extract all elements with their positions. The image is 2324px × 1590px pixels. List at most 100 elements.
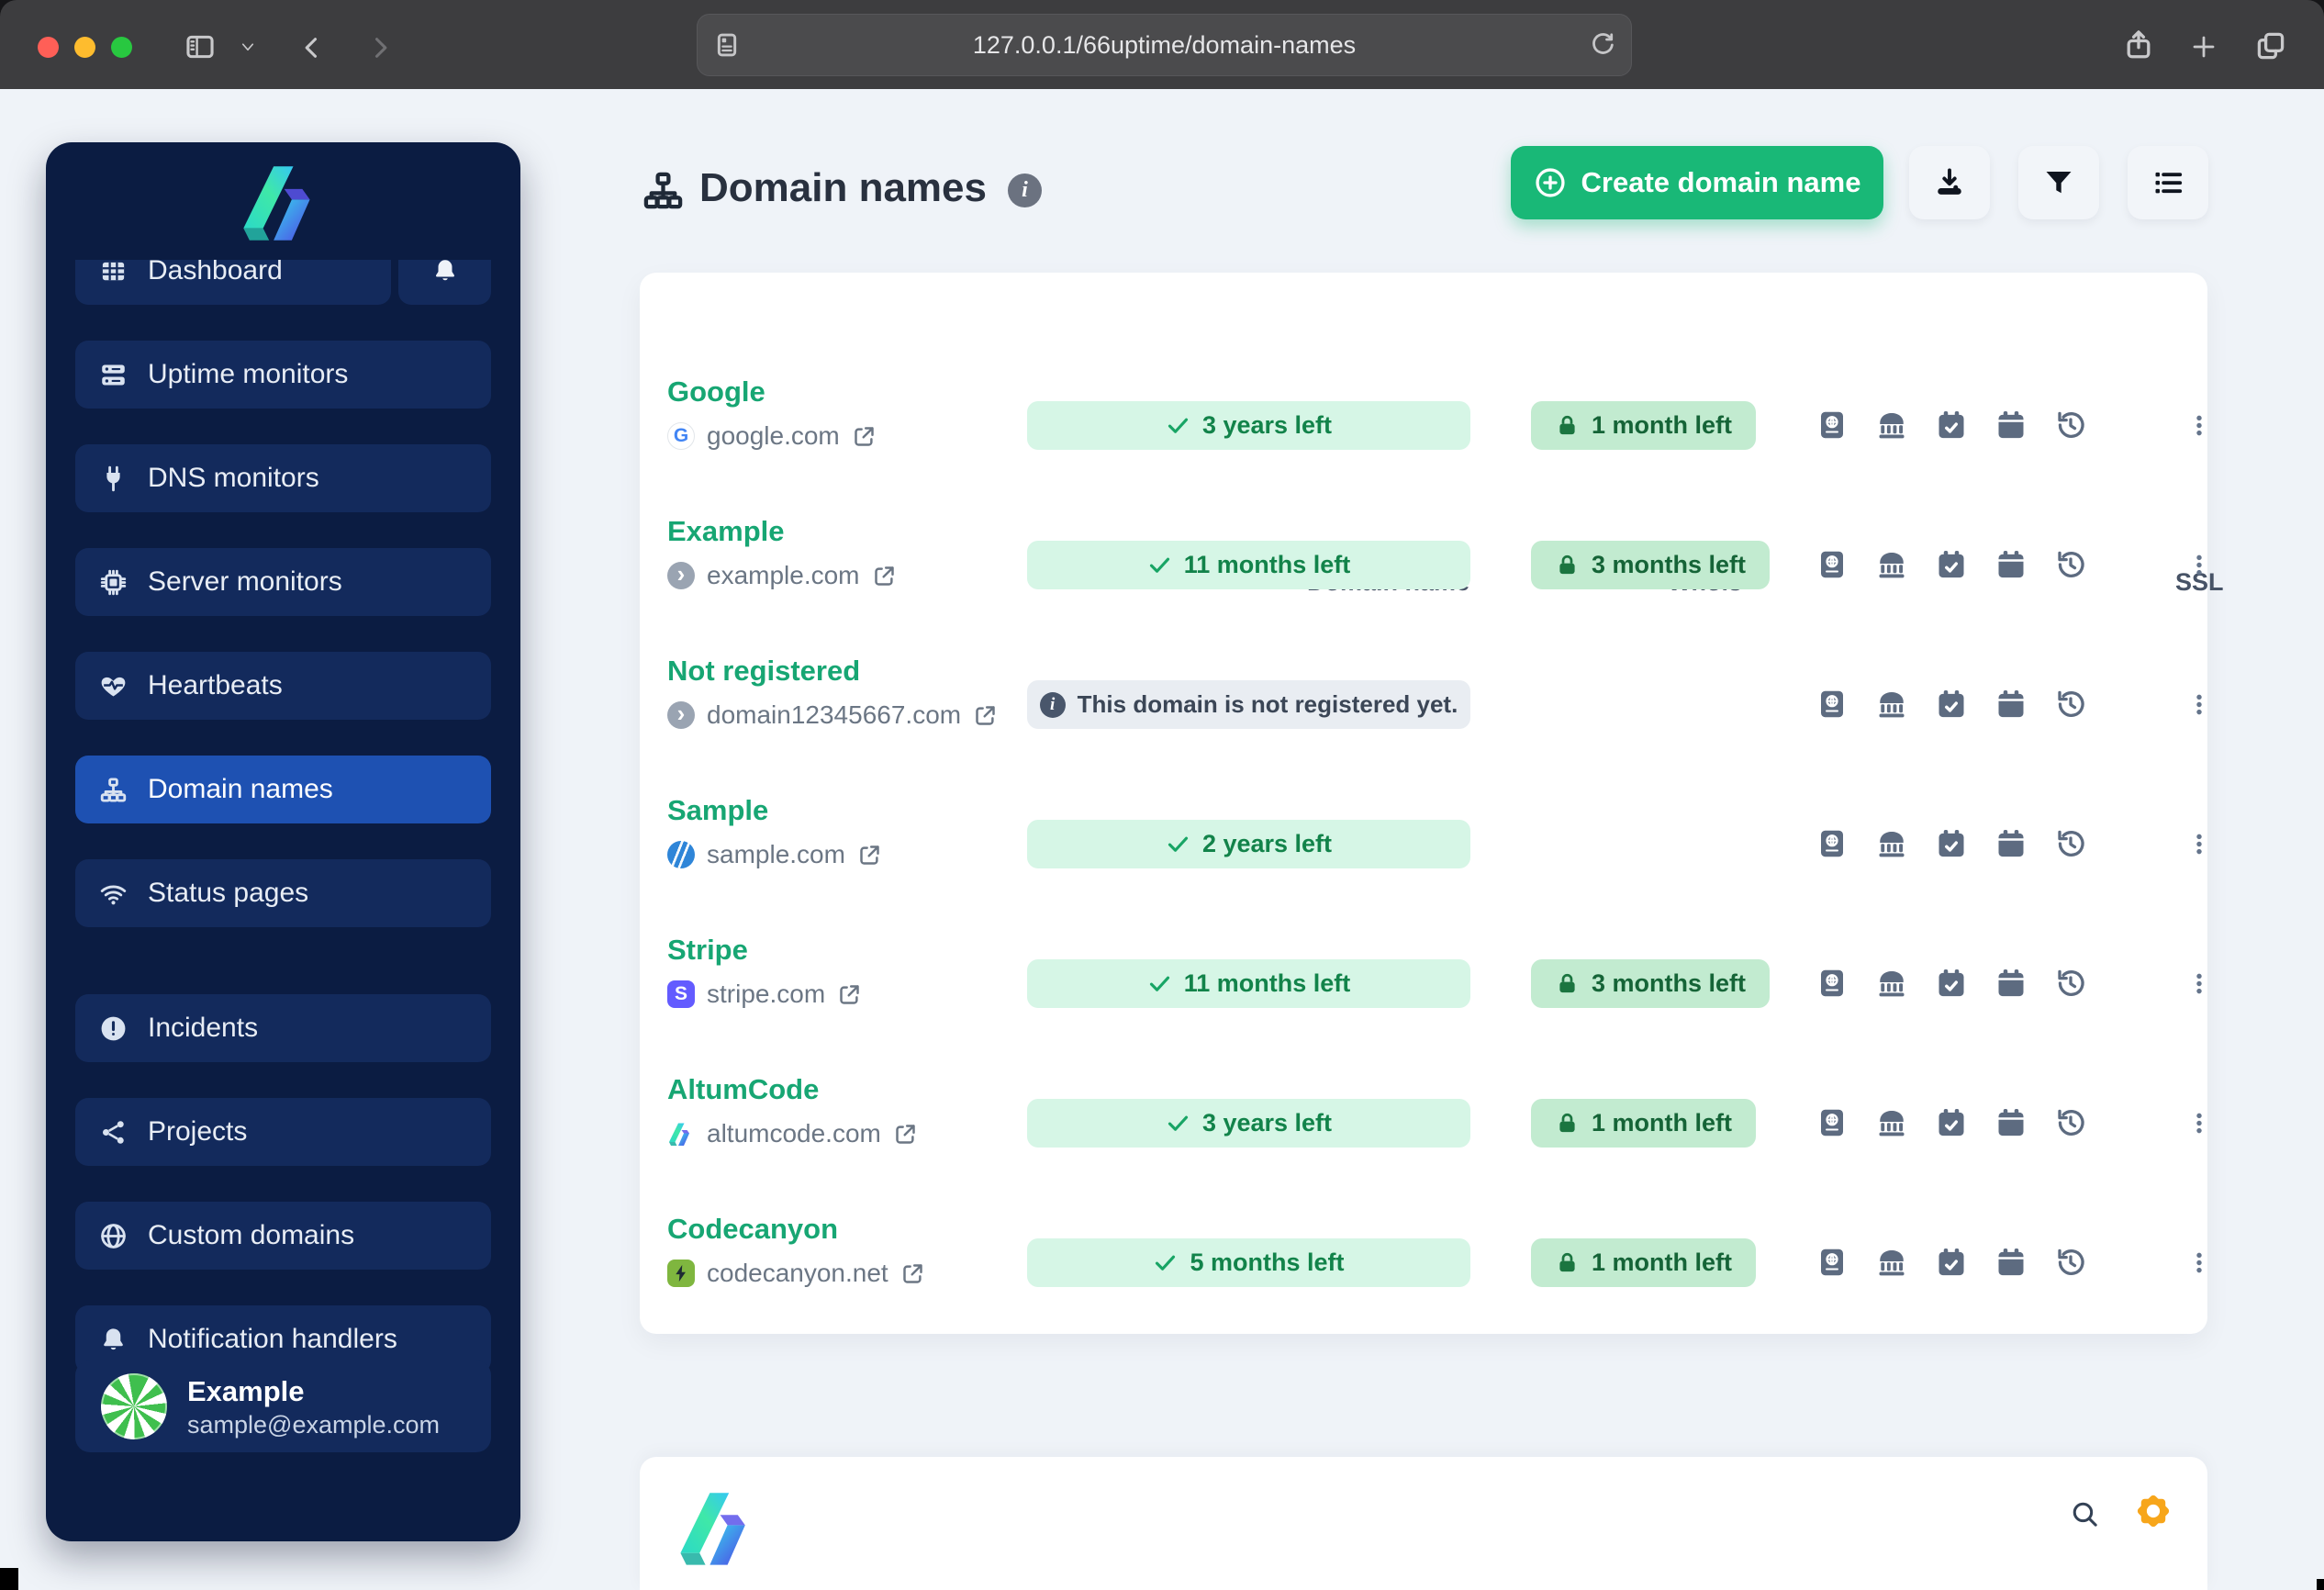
address-bar[interactable]: 127.0.0.1/66uptime/domain-names <box>697 14 1632 76</box>
whois-passport-icon[interactable] <box>1816 548 1849 581</box>
row-actions <box>1816 1106 2087 1139</box>
notifications-button[interactable] <box>398 260 491 305</box>
sidebar-item-status-pages[interactable]: Status pages <box>75 859 491 927</box>
calendar-icon[interactable] <box>1994 1246 2028 1279</box>
favicon-blue-globe <box>667 841 695 868</box>
domain-name-link[interactable]: Example <box>667 515 785 548</box>
whois-badge: 3 years left <box>1027 401 1470 450</box>
kebab-menu-icon[interactable] <box>2187 1234 2211 1292</box>
back-icon[interactable] <box>299 34 325 62</box>
registrar-icon[interactable] <box>1875 827 1908 860</box>
history-icon[interactable] <box>2054 1106 2087 1139</box>
whois-passport-icon[interactable] <box>1816 1246 1849 1279</box>
history-icon[interactable] <box>2054 827 2087 860</box>
sidebar-item-label: Projects <box>148 1116 248 1147</box>
share-nodes-icon <box>99 1118 128 1147</box>
kebab-menu-icon[interactable] <box>2187 955 2211 1013</box>
registrar-icon[interactable] <box>1875 1246 1908 1279</box>
calendar-icon[interactable] <box>1994 409 2028 442</box>
columns-button[interactable] <box>2128 146 2208 219</box>
external-link-icon[interactable] <box>857 843 882 868</box>
calendar-check-icon[interactable] <box>1935 967 1968 1000</box>
sidebar-item-domain-names[interactable]: Domain names <box>75 756 491 823</box>
external-link-icon[interactable] <box>852 424 877 449</box>
history-icon[interactable] <box>2054 409 2087 442</box>
theme-sun-icon[interactable] <box>2132 1490 2174 1532</box>
export-button[interactable] <box>1909 146 1990 219</box>
favicon-default <box>667 562 695 589</box>
sidebar-item-server-monitors[interactable]: Server monitors <box>75 548 491 616</box>
kebab-menu-icon[interactable] <box>2187 1094 2211 1152</box>
domain-name-link[interactable]: Codecanyon <box>667 1213 838 1246</box>
sidebar-item-dashboard[interactable]: Dashboard <box>75 260 391 305</box>
external-link-icon[interactable] <box>900 1261 925 1286</box>
kebab-menu-icon[interactable] <box>2187 536 2211 594</box>
calendar-icon[interactable] <box>1994 548 2028 581</box>
page-settings-icon[interactable] <box>712 30 742 60</box>
avatar <box>101 1373 167 1439</box>
sidebar-item-heartbeats[interactable]: Heartbeats <box>75 652 491 720</box>
create-domain-name-button[interactable]: Create domain name <box>1511 146 1883 219</box>
calendar-check-icon[interactable] <box>1935 688 1968 721</box>
favicon-altumcode <box>667 1120 695 1148</box>
minimize-window-button[interactable] <box>74 37 95 58</box>
calendar-icon[interactable] <box>1994 688 2028 721</box>
filter-button[interactable] <box>2018 146 2099 219</box>
history-icon[interactable] <box>2054 1246 2087 1279</box>
domain-name-link[interactable]: Sample <box>667 794 768 827</box>
calendar-check-icon[interactable] <box>1935 548 1968 581</box>
registrar-icon[interactable] <box>1875 1106 1908 1139</box>
whois-passport-icon[interactable] <box>1816 967 1849 1000</box>
domain-name-link[interactable]: Not registered <box>667 655 860 688</box>
sidebar-item-custom-domains[interactable]: Custom domains <box>75 1202 491 1270</box>
kebab-menu-icon[interactable] <box>2187 397 2211 454</box>
share-icon[interactable] <box>2122 28 2155 62</box>
whois-passport-icon[interactable] <box>1816 1106 1849 1139</box>
external-link-icon[interactable] <box>973 703 998 728</box>
reload-icon[interactable] <box>1589 31 1616 59</box>
sidebar-toggle-icon[interactable] <box>181 31 219 62</box>
domain-name-link[interactable]: Google <box>667 375 765 409</box>
check-icon <box>1147 553 1172 577</box>
search-icon[interactable] <box>2070 1499 2100 1529</box>
history-icon[interactable] <box>2054 548 2087 581</box>
calendar-check-icon[interactable] <box>1935 1106 1968 1139</box>
registrar-icon[interactable] <box>1875 409 1908 442</box>
new-tab-icon[interactable] <box>2190 33 2218 61</box>
kebab-menu-icon[interactable] <box>2187 815 2211 873</box>
whois-passport-icon[interactable] <box>1816 827 1849 860</box>
external-link-icon[interactable] <box>872 564 897 588</box>
sidebar-item-projects[interactable]: Projects <box>75 1098 491 1166</box>
registrar-icon[interactable] <box>1875 688 1908 721</box>
calendar-check-icon[interactable] <box>1935 1246 1968 1279</box>
app-logo <box>235 159 330 243</box>
chevron-down-icon[interactable] <box>237 39 259 56</box>
table-row: Google google.com 3 years left 1 month l… <box>640 355 2207 495</box>
external-link-icon[interactable] <box>837 982 862 1007</box>
calendar-check-icon[interactable] <box>1935 827 1968 860</box>
calendar-icon[interactable] <box>1994 1106 2028 1139</box>
sidebar-item-dns-monitors[interactable]: DNS monitors <box>75 444 491 512</box>
calendar-icon[interactable] <box>1994 827 2028 860</box>
zoom-window-button[interactable] <box>111 37 132 58</box>
history-icon[interactable] <box>2054 967 2087 1000</box>
calendar-check-icon[interactable] <box>1935 409 1968 442</box>
info-icon[interactable] <box>1008 174 1042 207</box>
sidebar-item-incidents[interactable]: Incidents <box>75 994 491 1062</box>
tab-overview-icon[interactable] <box>2254 29 2287 62</box>
external-link-icon[interactable] <box>893 1122 918 1147</box>
profile-card[interactable]: Example sample@example.com <box>75 1360 491 1452</box>
whois-passport-icon[interactable] <box>1816 688 1849 721</box>
close-window-button[interactable] <box>38 37 59 58</box>
sidebar-item-uptime-monitors[interactable]: Uptime monitors <box>75 341 491 409</box>
kebab-menu-icon[interactable] <box>2187 676 2211 733</box>
table-row: AltumCode altumcode.com 3 years left 1 m… <box>640 1053 2207 1192</box>
registrar-icon[interactable] <box>1875 548 1908 581</box>
registrar-icon[interactable] <box>1875 967 1908 1000</box>
calendar-icon[interactable] <box>1994 967 2028 1000</box>
cpu-icon <box>99 568 128 597</box>
whois-passport-icon[interactable] <box>1816 409 1849 442</box>
history-icon[interactable] <box>2054 688 2087 721</box>
domain-name-link[interactable]: Stripe <box>667 934 748 967</box>
domain-name-link[interactable]: AltumCode <box>667 1073 819 1106</box>
